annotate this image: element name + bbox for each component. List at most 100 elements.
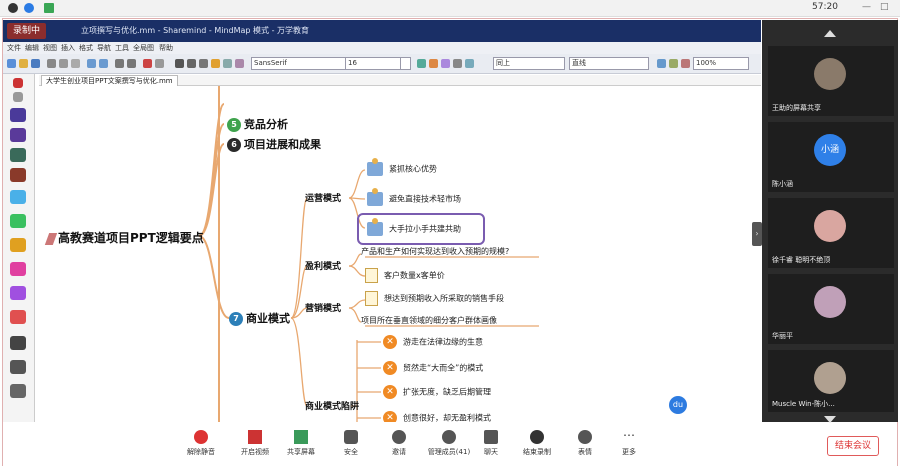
export-icon[interactable]: [657, 59, 666, 68]
play-icon[interactable]: [10, 128, 26, 142]
film-icon[interactable]: [10, 148, 26, 162]
node-leaf[interactable]: 客户数量x客单价: [365, 268, 445, 283]
node-leaf[interactable]: 避免直接技术轻市场: [367, 188, 461, 206]
end-meeting-button[interactable]: 结束会议: [827, 436, 879, 456]
stop-recording-button[interactable]: 结束录制: [515, 430, 559, 457]
scroll-down-icon[interactable]: [824, 416, 836, 423]
zoom-select[interactable]: 100%: [693, 57, 749, 70]
cut-icon[interactable]: [47, 59, 56, 68]
menu-global[interactable]: 全局图: [133, 43, 154, 53]
fit-icon[interactable]: [127, 59, 136, 68]
edge-style-select[interactable]: 同上: [493, 57, 565, 70]
menu-format[interactable]: 格式: [79, 43, 93, 53]
menu-insert[interactable]: 插入: [61, 43, 75, 53]
participant-tile[interactable]: 小涵 陈小涵: [768, 122, 894, 192]
cloud-icon[interactable]: [465, 59, 474, 68]
redo-icon[interactable]: [99, 59, 108, 68]
diamond-icon[interactable]: [10, 238, 26, 252]
scroll-up-icon[interactable]: [824, 30, 836, 37]
diamond-icon[interactable]: [10, 214, 26, 228]
chat-button[interactable]: 聊天: [469, 430, 513, 457]
italic-icon[interactable]: [187, 59, 196, 68]
bold-icon[interactable]: [175, 59, 184, 68]
maximize-icon[interactable]: □: [880, 2, 889, 12]
image-icon[interactable]: [669, 59, 678, 68]
participant-tile[interactable]: Muscle Win-陈小...: [768, 350, 894, 412]
tab-document[interactable]: 大学生创业项目PPT文案撰写与优化.mm: [41, 75, 178, 86]
info-icon: [8, 3, 18, 13]
node-business-traps[interactable]: 商业模式陷阱: [305, 399, 359, 412]
play-icon[interactable]: [10, 108, 26, 122]
start-video-button[interactable]: 开启视频: [233, 430, 277, 457]
color-icon[interactable]: [211, 59, 220, 68]
child-node-icon[interactable]: [155, 59, 164, 68]
node-leaf[interactable]: ✕ 游走在法律边缘的生意: [383, 335, 483, 349]
delete-icon[interactable]: [13, 78, 23, 88]
zoom-icon[interactable]: [115, 59, 124, 68]
node-leaf[interactable]: ✕ 创意很好，却无盈利模式: [383, 411, 491, 422]
node-leaf[interactable]: 想达到预期收入所采取的销售手段: [365, 291, 504, 306]
participant-tile[interactable]: 华丽平: [768, 274, 894, 344]
node-leaf[interactable]: ✕ 贸然走“大而全”的模式: [383, 361, 483, 375]
underline-icon[interactable]: [199, 59, 208, 68]
menu-tools[interactable]: 工具: [115, 43, 129, 53]
node-icon[interactable]: [143, 59, 152, 68]
diamond-icon[interactable]: [10, 262, 26, 276]
diamond-icon[interactable]: [10, 286, 26, 300]
participant-tile[interactable]: 王助的屏幕共享: [768, 46, 894, 116]
node-note[interactable]: 产品和生产如何实现达到收入预期的规模?: [361, 246, 509, 257]
security-button[interactable]: 安全: [329, 430, 373, 457]
invite-button[interactable]: 邀请: [377, 430, 421, 457]
node-leaf-selected[interactable]: 大手拉小手共建共助: [367, 218, 461, 236]
menu-navigate[interactable]: 导航: [97, 43, 111, 53]
plane-icon[interactable]: [10, 384, 26, 398]
plane-icon[interactable]: [10, 360, 26, 374]
diamond-icon[interactable]: [10, 190, 26, 204]
branch-business-model[interactable]: 7 商业模式: [229, 310, 290, 326]
meeting-timer: 57:20: [812, 2, 838, 12]
attach-icon[interactable]: [681, 59, 690, 68]
new-icon[interactable]: [7, 59, 16, 68]
participant-tile[interactable]: 徐千睿 聪明不绝顶: [768, 198, 894, 268]
highlight-icon[interactable]: [429, 59, 438, 68]
node-marketing-model[interactable]: 营销模式: [305, 301, 341, 314]
line-style-select[interactable]: 直线: [569, 57, 649, 70]
emoji-button[interactable]: 表情: [563, 430, 607, 457]
node-leaf[interactable]: ✕ 扩张无度，缺乏后期管理: [383, 385, 491, 399]
node-note[interactable]: 项目所在垂直领域的细分客户群体画像: [361, 315, 497, 326]
menu-help[interactable]: 帮助: [159, 43, 173, 53]
more-button[interactable]: ⋯ 更多: [607, 429, 651, 457]
menu-file[interactable]: 文件: [7, 43, 21, 53]
node-operation-model[interactable]: 运营模式: [305, 191, 341, 204]
assistant-icon[interactable]: du: [669, 396, 687, 414]
branch-progress[interactable]: 6 项目进展和成果: [227, 136, 321, 152]
paste-icon[interactable]: [71, 59, 80, 68]
undo-icon[interactable]: [87, 59, 96, 68]
save-icon[interactable]: [31, 59, 40, 68]
diamond-icon[interactable]: [10, 310, 26, 324]
align-icon[interactable]: [223, 59, 232, 68]
root-node[interactable]: 高教赛道项目PPT逻辑要点: [44, 229, 204, 246]
node-profit-model[interactable]: 盈利模式: [305, 259, 341, 272]
film-icon[interactable]: [10, 168, 26, 182]
font-size-select[interactable]: 16: [345, 57, 401, 70]
trash-icon[interactable]: [13, 92, 23, 102]
avatar: 小涵: [814, 134, 846, 166]
border-icon[interactable]: [453, 59, 462, 68]
menu-edit[interactable]: 编辑: [25, 43, 39, 53]
collapse-panel-button[interactable]: ›: [752, 222, 762, 246]
branch-competitors[interactable]: 5 竞品分析: [227, 116, 288, 132]
button-label: 安全: [344, 448, 358, 456]
unmute-button[interactable]: 解除静音: [179, 430, 223, 457]
minimize-icon[interactable]: —: [862, 2, 871, 12]
share-screen-button[interactable]: 共享屏幕: [279, 430, 323, 457]
open-icon[interactable]: [19, 59, 28, 68]
format-icon[interactable]: [417, 59, 426, 68]
copy-icon[interactable]: [59, 59, 68, 68]
node-leaf[interactable]: 紧抓核心优势: [367, 158, 437, 176]
style-icon[interactable]: [235, 59, 244, 68]
paint-icon[interactable]: [441, 59, 450, 68]
recording-indicator[interactable]: 录制中: [7, 23, 47, 39]
plane-icon[interactable]: [10, 336, 26, 350]
menu-view[interactable]: 视图: [43, 43, 57, 53]
